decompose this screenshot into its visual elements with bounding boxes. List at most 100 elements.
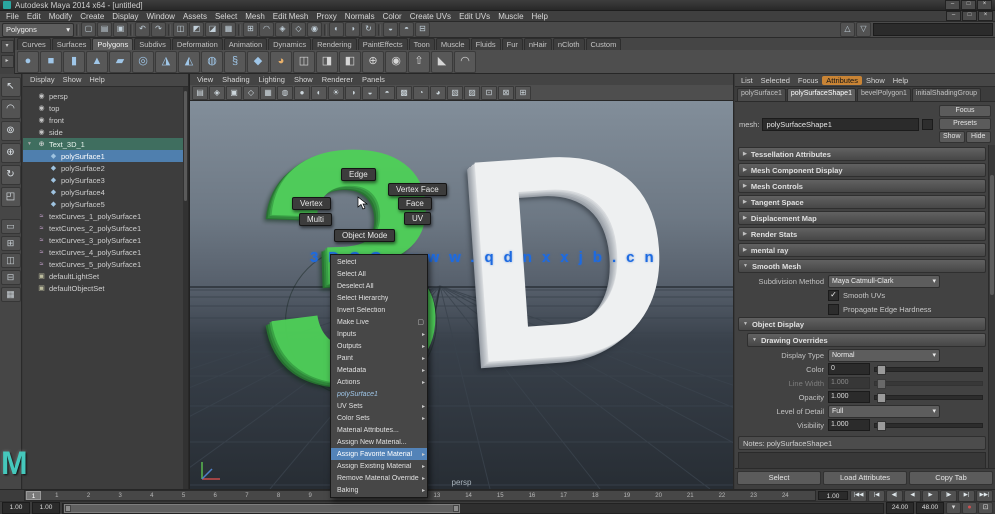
group-collapse-handle[interactable] [324,24,327,36]
render-current-frame-icon[interactable]: ◒ [383,22,398,37]
footer-button-load-attributes[interactable]: Load Attributes [823,471,907,485]
bridge-icon[interactable]: ◠ [454,51,476,73]
use-all-lights-icon[interactable]: ☀ [328,86,344,100]
range-end-handle[interactable] [453,505,459,512]
marking-menu-item-edge[interactable]: Edge [341,168,376,181]
character-set-selector[interactable]: ▾ [946,502,961,514]
menu-create[interactable]: Create [76,12,108,21]
section-mental-ray[interactable]: ▶mental ray [738,243,986,257]
ae-tab-initialshadinggroup[interactable]: initialShadingGroup [912,88,981,101]
menu-help[interactable]: Help [528,12,552,21]
node-name-field[interactable]: polySurfaceShape1 [762,118,919,131]
shelf-tab-deformation[interactable]: Deformation [172,38,223,50]
context-menu-item-invert-selection[interactable]: Invert Selection [331,304,427,316]
hide-button[interactable]: Hide [966,131,992,143]
outliner-item-defaultlightset[interactable]: ▣defaultLightSet [23,270,188,282]
shadows-icon[interactable]: ◑ [345,86,361,100]
poly-prism-icon[interactable]: ◮ [155,51,177,73]
context-menu-item-remove-material-override[interactable]: Remove Material Override▸ [331,472,427,484]
poly-torus-icon[interactable]: ◎ [132,51,154,73]
menu-edit-uvs[interactable]: Edit UVs [455,12,494,21]
poly-cylinder-icon[interactable]: ▮ [63,51,85,73]
outliner-item-textcurves-2-polysurface1[interactable]: ≈textCurves_2_polySurface1 [23,222,188,234]
resolution-gate-icon[interactable]: ⊡ [481,86,497,100]
dropdown-level-of-detail[interactable]: Full▾ [828,405,940,418]
multisampling-icon[interactable]: ▩ [396,86,412,100]
xray-joints-icon[interactable]: ▨ [464,86,480,100]
outliner-item-front[interactable]: ◉front [23,114,188,126]
shelf-tab-subdivs[interactable]: Subdivs [134,38,171,50]
menu-edit[interactable]: Edit [23,12,45,21]
play-forwards-button[interactable]: ▶ [922,490,939,502]
lasso-select-tool[interactable]: ◠ [1,99,21,119]
viewport-menu-show[interactable]: Show [290,75,317,84]
dropdown-display-type[interactable]: Normal▾ [828,349,940,362]
step-forward-key-button[interactable]: |▶ [940,490,957,502]
current-time-marker[interactable]: 1 [26,491,41,500]
shelf-menu-button[interactable]: ▸ [1,55,14,68]
hypershade-layout-button[interactable]: ▦ [1,287,21,302]
field-line-width[interactable]: 1.000 [828,377,870,389]
outliner-item-polysurface5[interactable]: ◆polySurface5 [23,198,188,210]
snap-to-plane-icon[interactable]: ◇ [291,22,306,37]
field-chart-icon[interactable]: ⊞ [515,86,531,100]
smooth-icon[interactable]: ◉ [385,51,407,73]
undo-icon[interactable]: ↶ [135,22,150,37]
outliner-menu-display[interactable]: Display [27,75,58,86]
group-collapse-handle[interactable] [168,24,171,36]
range-slider-track[interactable] [62,503,884,514]
textured-icon[interactable]: ◐ [311,86,327,100]
ae-menu-focus[interactable]: Focus [794,76,822,85]
slider-handle[interactable] [877,379,886,389]
outliner-item-side[interactable]: ◉side [23,126,188,138]
outliner-item-polysurface1[interactable]: ◆polySurface1 [23,150,188,162]
go-to-start-button[interactable]: |◀◀ [850,490,867,502]
isolate-select-icon[interactable]: ◕ [430,86,446,100]
outliner-item-persp[interactable]: ◉persp [23,90,188,102]
group-collapse-handle[interactable] [378,24,381,36]
poly-helix-icon[interactable]: § [224,51,246,73]
open-scene-icon[interactable]: ▤ [97,22,112,37]
menu-color[interactable]: Color [379,12,406,21]
notes-text-area[interactable] [738,452,986,468]
presets-button[interactable]: Presets [939,118,991,130]
current-frame-field[interactable]: 1.00 [818,491,848,500]
shelf-tab-fluids[interactable]: Fluids [471,38,501,50]
section-mesh-controls[interactable]: ▶Mesh Controls [738,179,986,193]
viewport-menu-view[interactable]: View [193,75,217,84]
group-collapse-handle[interactable] [130,24,133,36]
shelf-tab-polygons[interactable]: Polygons [92,38,133,50]
marking-menu-item-vertex[interactable]: Vertex [292,197,331,210]
menu-create-uvs[interactable]: Create UVs [406,12,455,21]
context-menu-item-assign-favorite-material[interactable]: Assign Favorite Material▸ [331,448,427,460]
auto-keyframe-toggle[interactable]: ● [962,502,977,514]
ae-menu-selected[interactable]: Selected [757,76,794,85]
bevel-icon[interactable]: ◣ [431,51,453,73]
field-opacity[interactable]: 1.000 [828,391,870,403]
context-menu-item-actions[interactable]: Actions▸ [331,376,427,388]
shelf-tab-nhair[interactable]: nHair [524,38,552,50]
camera-select-icon[interactable]: ▤ [192,86,208,100]
slider-color[interactable] [874,367,983,372]
range-start-handle[interactable] [65,505,71,512]
outliner-item-text-3d-1[interactable]: ▼⊕Text_3D_1 [23,138,188,150]
notes-section-bar[interactable]: Notes: polySurfaceShape1 [738,436,986,450]
section-object-display[interactable]: ▼Object Display [738,317,986,331]
shelf-tab-animation[interactable]: Animation [224,38,267,50]
menu-mesh[interactable]: Mesh [241,12,269,21]
menu-muscle[interactable]: Muscle [494,12,527,21]
focus-button[interactable]: Focus [939,105,991,117]
footer-button-copy-tab[interactable]: Copy Tab [909,471,993,485]
motion-blur-icon[interactable]: ◓ [379,86,395,100]
ae-tab-polysurface1[interactable]: polySurface1 [737,88,786,101]
context-menu-item-deselect-all[interactable]: Deselect All [331,280,427,292]
context-menu-item-select-hierarchy[interactable]: Select Hierarchy [331,292,427,304]
animation-preferences-button[interactable]: ⊡ [978,502,993,514]
poly-plane-icon[interactable]: ▰ [109,51,131,73]
viewport-canvas[interactable]: 3 D 3DCG www.qdnxxjb.cn persp [190,101,733,489]
select-component-icon[interactable]: ◪ [205,22,220,37]
field-color[interactable]: 0 [828,363,870,375]
poly-pyramid-icon[interactable]: ◭ [178,51,200,73]
outliner-item-top[interactable]: ◉top [23,102,188,114]
single-pane-layout-button[interactable]: ▭ [1,219,21,234]
